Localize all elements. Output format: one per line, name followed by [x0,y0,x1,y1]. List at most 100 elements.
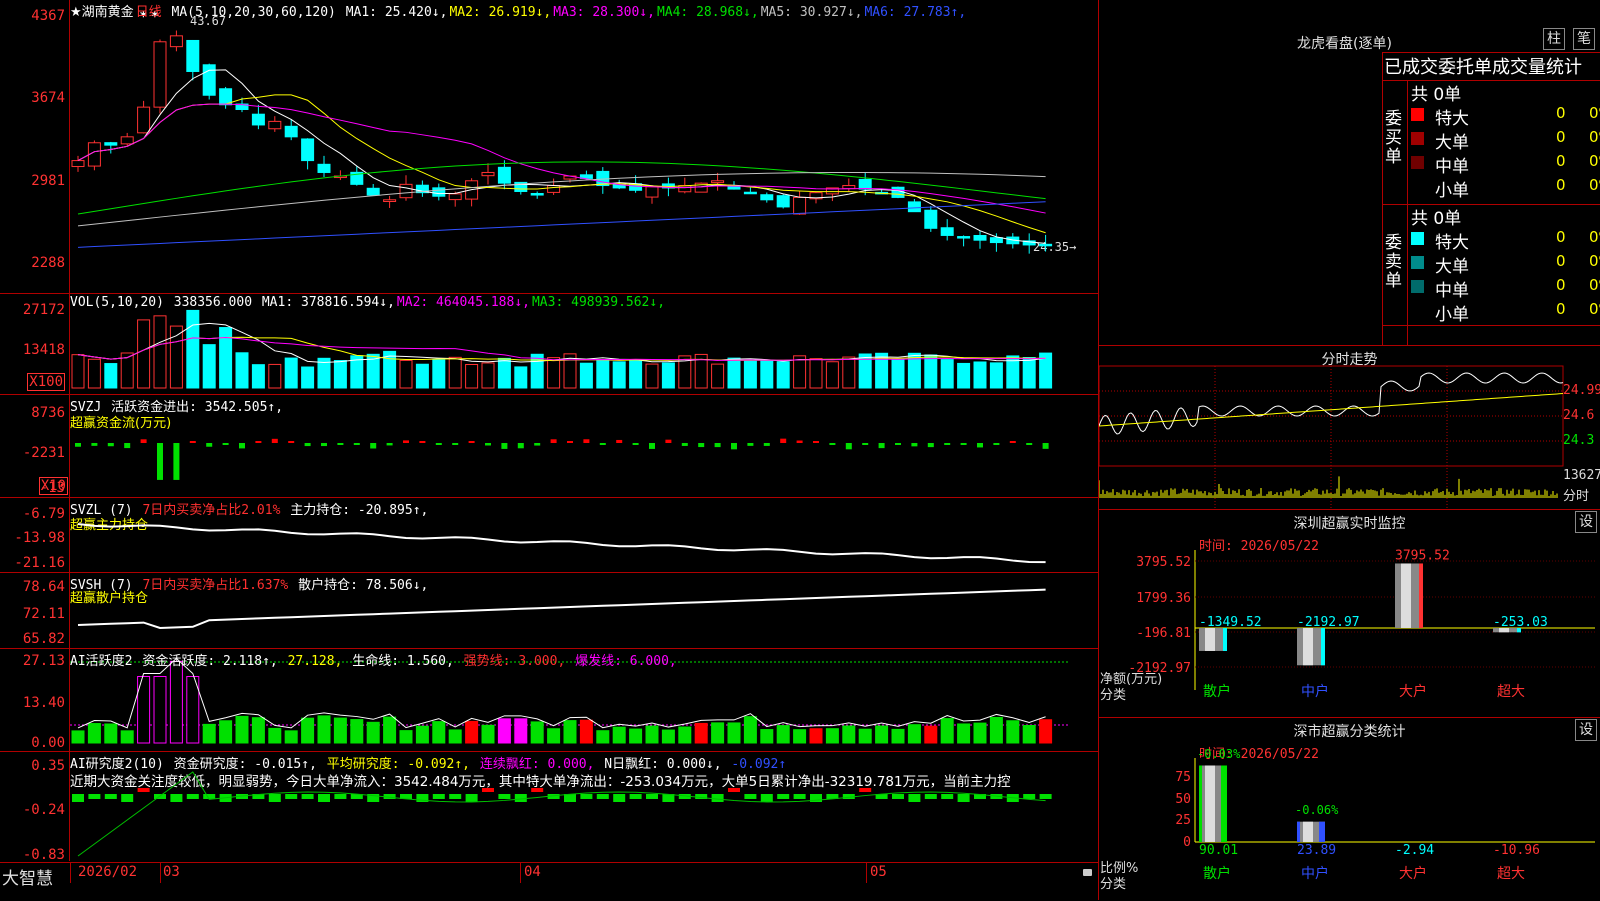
flow-bar [911,443,918,447]
bar-value-label: -253.03 [1493,615,1548,630]
research-bar [859,788,872,792]
svsh-panel[interactable]: 78.64 72.11 65.82 SVSH (7) 7日内买卖净占比1.637… [0,573,1098,649]
tick-view-button[interactable]: 笔 [1573,28,1595,50]
flow-bar [681,443,688,446]
volume-bar [842,356,856,389]
flow-bar [599,443,606,445]
period-label[interactable]: 日线 [136,5,162,20]
candle-body [776,195,790,208]
research-bar [318,794,330,802]
volume-bar [251,364,265,389]
svzl-panel[interactable]: -6.79 -13.98 -21.16 SVZL (7) 7日内买卖净占比2.0… [0,498,1098,573]
order-stats-header: 已成交委托单成交量统计 [1384,57,1582,78]
category-label: 中户 [1301,683,1329,700]
activity-bar [1039,719,1053,744]
intraday-panel[interactable]: 分时走势 24.99 24.6 24.3 13627 分时 [1099,346,1600,510]
volume-bar [284,357,298,389]
activity-bar [333,717,347,744]
research-bar [449,794,462,799]
price-tick: 2981 [31,173,65,189]
price-tick: 3674 [31,90,65,106]
candle-body [71,160,85,168]
volume-panel[interactable]: 27172 13418 X100 VOL(5,10,20) 338356.000… [0,294,1098,395]
activity-bar [612,726,626,744]
kline-panel[interactable]: 4367 3674 2981 2288 ★湖南黄金 日线 MA(5,10,20,3… [0,0,1098,294]
activity-bar [924,725,938,744]
activity-bar [497,718,511,744]
candle-body [989,237,1003,244]
indicator-value: MA5: 30.927↓, [760,5,863,20]
order-pct: 0% [1589,300,1600,318]
activity-bar [383,716,397,744]
bar-highlight [1205,765,1215,842]
activity-bar [432,721,446,744]
order-name: 大单 [1435,133,1469,153]
volume-bar [465,364,479,389]
intraday-chart[interactable] [1099,346,1600,509]
volume-bar [727,357,741,389]
flow-bar [517,443,524,449]
date-axis: 大智慧 2026/02 03 04 05 [0,862,1098,901]
bar-value-label: 3795.52 [1395,548,1450,563]
flow-bar [206,443,213,447]
flow-bar [895,443,901,445]
activity-bar [1022,725,1036,744]
flow-bar [813,441,819,443]
order-pct: 0% [1589,276,1600,294]
volume-bar [399,359,413,389]
flow-bar [960,443,967,445]
svsh-tick: 72.11 [22,606,65,622]
research-bar [711,794,724,802]
volume-bar [87,358,101,389]
volume-bar [219,327,233,389]
flow-bar [862,443,869,445]
flow-bar [977,443,983,448]
volume-bar [186,309,200,389]
research-bar [941,794,954,799]
activity-bar [776,725,790,744]
ai-research-panel[interactable]: 0.35 -0.24 -0.83 AI研究度2(10) 资金研究度: -0.01… [0,752,1098,863]
activity-bar [727,722,741,744]
activity-bar [907,724,921,744]
indicator-value: MA6: 27.783↑, [864,5,967,20]
stock-name[interactable]: ★湖南黄金 [70,5,134,20]
flow-bar [75,443,81,447]
n-day-red-value: N日飘红: 0.000↓, [604,757,722,772]
candle-body [793,196,807,215]
volume-bar [596,359,610,389]
ai-activity-header: AI活跃度2 资金活跃度: 2.118↑, 27.128, 生命线: 1.560… [70,650,679,669]
sz-monitor-xlabel: 分类 [1100,688,1127,703]
lock-icon[interactable] [1083,869,1092,876]
activity-bar [547,728,561,744]
svsh-header: SVSH (7) 7日内买卖净占比1.637% 散户持仓: 78.506↓, [70,574,430,593]
category-bar [1297,628,1325,666]
flow-bar [403,440,409,443]
volume-bar [661,362,675,389]
candle-body [973,235,987,241]
ai-activity-panel[interactable]: 27.13 13.40 0.00 AI活跃度2 资金活跃度: 2.118↑, 2… [0,649,1098,752]
brand-corner[interactable]: 大智慧 [2,864,53,889]
category-label: 散户 [1203,865,1231,882]
volume-unit: X100 [27,373,65,391]
svzj-panel[interactable]: 8736 -2231 -13 X10 SVZJ 活跃资金进出: 3542.505… [0,395,1098,498]
activity-bar [219,720,233,744]
candle-body [481,171,495,177]
ai-activity-label: AI活跃度2 [70,654,133,669]
research-bar [580,794,593,799]
candle-body [957,236,971,239]
flow-bar [534,443,541,446]
flow-bar [878,443,885,449]
order-pct: 0% [1589,176,1600,194]
research-bar [777,794,790,799]
research-line [77,771,1046,857]
activity-bar [251,717,265,744]
flow-bar [288,441,295,443]
bar-view-button[interactable]: 柱 [1543,28,1565,50]
bar-edge [1221,765,1227,842]
volume-bar [415,363,429,389]
consecutive-red-value: 连续飘红: 0.000, [479,757,595,772]
ai-activity-value: 资金活跃度: 2.118↑, [142,654,278,669]
volume-bar [760,359,774,389]
kline-chart[interactable] [70,0,1098,293]
volume-bar [268,363,282,389]
